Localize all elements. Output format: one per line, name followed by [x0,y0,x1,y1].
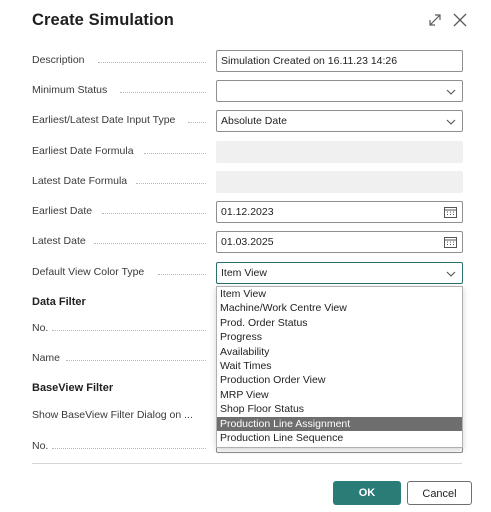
earliest-formula-label: Earliest Date Formula [32,145,134,157]
baseview-filter-heading: BaseView Filter [32,382,114,394]
expand-icon[interactable] [426,11,444,29]
latest-formula-row: Latest Date Formula [32,171,463,193]
minimum-status-row: Minimum Status [32,80,463,102]
chevron-down-icon [446,117,456,129]
description-row: Description Simulation Created on 16.11.… [32,50,463,72]
baseview-no-label: No. [32,440,49,452]
cancel-button[interactable]: Cancel [407,481,472,505]
date-input-type-value: Absolute Date [221,115,287,127]
view-color-type-value: Item View [221,267,267,279]
description-label: Description [32,54,85,66]
leader-dots [120,92,206,93]
dropdown-option-highlighted[interactable]: Production Line Assignment [217,416,462,431]
footer-divider [32,463,462,464]
dropdown-option[interactable]: Production Line Sequence [217,431,462,445]
view-color-type-dropdown: Item View Machine/Work Centre View Prod.… [216,286,463,448]
dropdown-option[interactable]: Availability [217,345,462,359]
dropdown-option[interactable]: MRP View [217,388,462,402]
minimum-status-select[interactable] [216,80,463,102]
date-input-type-row: Earliest/Latest Date Input Type Absolute… [32,110,463,132]
description-value: Simulation Created on 16.11.23 14:26 [221,55,398,67]
data-filter-name-label: Name [32,352,61,364]
leader-dots [66,360,206,361]
latest-date-row: Latest Date 01.03.2025 [32,231,463,253]
leader-dots [52,330,206,331]
data-filter-no-label: No. [32,322,49,334]
create-simulation-dialog: Create Simulation Description Simulation… [0,0,491,512]
dropdown-option[interactable]: Shop Floor Status [217,402,462,416]
description-field[interactable]: Simulation Created on 16.11.23 14:26 [216,50,463,72]
dialog-title: Create Simulation [32,11,174,29]
latest-date-label: Latest Date [32,235,86,247]
calendar-icon[interactable] [444,236,457,251]
minimum-status-label: Minimum Status [32,84,108,96]
leader-dots [188,122,206,123]
date-input-type-select[interactable]: Absolute Date [216,110,463,132]
dropdown-option[interactable]: Prod. Order Status [217,316,462,330]
ok-button[interactable]: OK [333,481,401,505]
latest-formula-label: Latest Date Formula [32,175,128,187]
dropdown-option[interactable]: Progress [217,330,462,344]
leader-dots [158,274,206,275]
earliest-formula-field [216,141,463,163]
latest-date-field[interactable]: 01.03.2025 [216,231,463,253]
earliest-formula-row: Earliest Date Formula [32,141,463,163]
leader-dots [144,153,206,154]
dropdown-option[interactable]: Machine/Work Centre View [217,301,462,315]
leader-dots [98,62,206,63]
chevron-down-icon [446,269,456,281]
view-color-type-label: Default View Color Type [32,266,145,278]
latest-date-value: 01.03.2025 [221,236,274,248]
data-filter-heading: Data Filter [32,296,86,308]
latest-formula-field [216,171,463,193]
leader-dots [136,183,206,184]
earliest-date-label: Earliest Date [32,205,93,217]
earliest-date-row: Earliest Date 01.12.2023 [32,201,463,223]
close-icon[interactable] [451,11,469,29]
dropdown-option[interactable]: Production Order View [217,373,462,387]
view-color-type-row: Default View Color Type Item View [32,262,463,284]
leader-dots [94,243,206,244]
leader-dots [102,213,206,214]
date-input-type-label: Earliest/Latest Date Input Type [32,114,176,126]
view-color-type-select[interactable]: Item View [216,262,463,284]
earliest-date-value: 01.12.2023 [221,206,274,218]
chevron-down-icon [446,87,456,99]
dropdown-option[interactable]: Wait Times [217,359,462,373]
dropdown-option[interactable]: Item View [217,287,462,301]
baseview-dialog-label: Show BaseView Filter Dialog on ... [32,409,193,421]
calendar-icon[interactable] [444,206,457,221]
leader-dots [52,448,206,449]
earliest-date-field[interactable]: 01.12.2023 [216,201,463,223]
